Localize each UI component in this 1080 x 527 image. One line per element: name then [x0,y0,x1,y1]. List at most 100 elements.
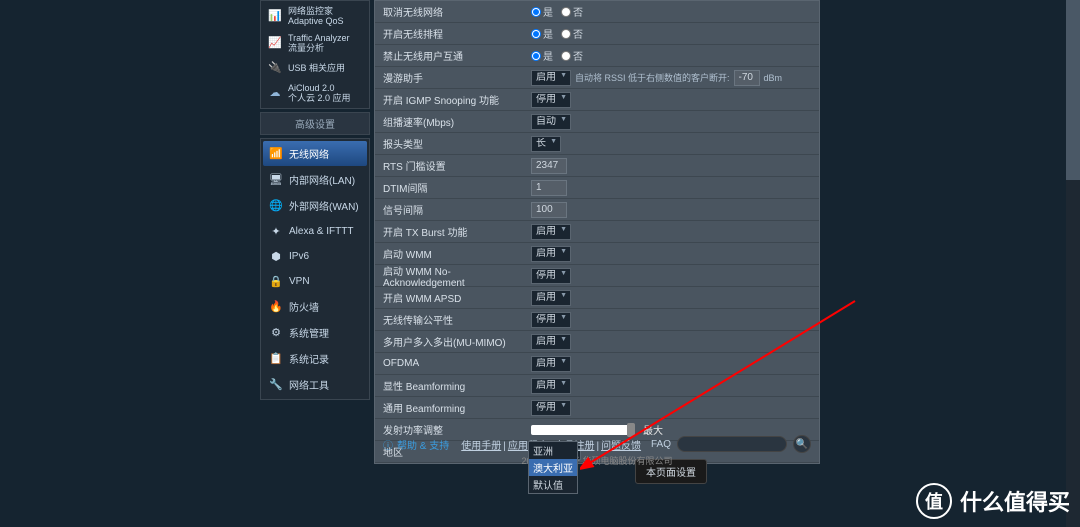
setting-value: 启用 [527,334,819,350]
nav-label: 外部网络(WAN) [289,198,359,213]
setting-row-8: DTIM间隔 [375,177,819,199]
setting-value: 长 [527,136,819,152]
nav-icon: 🔒 [269,274,283,288]
nav-item-2[interactable]: 🌐外部网络(WAN) [263,193,367,218]
top-menu-label: 网络监控家 Adaptive QoS [288,6,363,26]
setting-value: 启用 [527,356,819,372]
radio-opt[interactable] [561,7,571,17]
top-menu-item-1[interactable]: 📈Traffic Analyzer 流量分析 [263,30,367,56]
setting-value [527,180,819,196]
footer-link-0[interactable]: 使用手册 [461,441,501,452]
setting-row-10: 开启 TX Burst 功能启用 [375,221,819,243]
select-input[interactable]: 启用 [531,334,571,350]
settings-panel: 取消无线网络是否开启无线排程是否禁止无线用户互通是否漫游助手启用自动将 RSSI… [374,0,820,464]
select-input[interactable]: 自动 [531,114,571,130]
footer-link-3[interactable]: 问题反馈 [601,441,641,452]
advanced-settings-title: 高级设置 [260,112,370,135]
setting-label: 漫游助手 [375,70,527,85]
setting-row-4: 开启 IGMP Snooping 功能停用 [375,89,819,111]
radio-group[interactable]: 是否 [531,26,583,41]
region-option-1[interactable]: 澳大利亚 [529,459,577,476]
setting-value [527,202,819,218]
scroll-thumb[interactable] [1066,0,1080,180]
setting-label: 信号间隔 [375,202,527,217]
watermark-text: 什么值得买 [960,485,1070,517]
setting-value: 是否 [527,26,819,41]
help-support-link[interactable]: 帮助 & 支持 [397,437,449,452]
roam-select[interactable]: 启用 [531,70,571,86]
faq-label: FAQ [651,439,671,450]
nav-label: 系统管理 [289,325,329,340]
nav-item-6[interactable]: 🔥 防火墙 [263,294,367,319]
nav-label: 防火墙 [289,299,319,314]
radio-opt[interactable] [561,51,571,61]
nav-item-7[interactable]: ⚙系统管理 [263,320,367,345]
select-input[interactable]: 长 [531,136,561,152]
setting-label: 禁止无线用户互通 [375,48,527,63]
region-dropdown-open[interactable]: 亚洲澳大利亚默认值 [528,441,578,494]
radio-opt[interactable] [531,51,541,61]
select-input[interactable]: 启用 [531,246,571,262]
radio-opt[interactable] [531,29,541,39]
setting-value: 启用 [527,224,819,240]
setting-label: 组播速率(Mbps) [375,114,527,129]
text-input[interactable] [531,180,567,196]
setting-label: 多用户多入多出(MU-MIMO) [375,334,527,349]
select-input[interactable]: 停用 [531,312,571,328]
search-button[interactable]: 🔍 [793,435,811,453]
radio-opt[interactable] [561,29,571,39]
select-input[interactable]: 启用 [531,224,571,240]
nav-item-5[interactable]: 🔒 VPN [263,269,367,293]
setting-row-3: 漫游助手启用自动将 RSSI 低于右侧数值的客户断开:dBm [375,67,819,89]
setting-label: 启动 WMM No-Acknowledgement [375,263,527,289]
setting-row-16: OFDMA启用 [375,353,819,375]
region-option-0[interactable]: 亚洲 [529,442,577,459]
nav-label: 内部网络(LAN) [289,172,355,187]
rssi-input[interactable] [734,70,760,86]
radio-group[interactable]: 是否 [531,4,583,19]
top-menu-label: USB 相关应用 [288,63,345,73]
nav-icon: 🖥 [269,173,283,187]
nav-item-8[interactable]: 📋系统记录 [263,346,367,371]
nav-icon: 🔧 [269,378,283,392]
region-option-2[interactable]: 默认值 [529,476,577,493]
setting-label: DTIM间隔 [375,180,527,195]
radio-opt[interactable] [531,7,541,17]
top-menu-item-3[interactable]: ☁AiCloud 2.0 个人云 2.0 应用 [263,80,367,106]
nav-item-4[interactable]: ⬢IPv6 [263,244,367,268]
setting-label: 通用 Beamforming [375,400,527,415]
footer: ⓘ 帮助 & 支持 使用手册|应用程序|产品注册|问题反馈 FAQ 🔍 [375,435,819,453]
nav-icon: 🔥 [269,300,283,314]
select-input[interactable]: 启用 [531,290,571,306]
setting-row-14: 无线传输公平性停用 [375,309,819,331]
select-input[interactable]: 启用 [531,378,571,394]
nav-item-0[interactable]: 📶无线网络 [263,141,367,166]
power-slider[interactable] [531,425,635,435]
setting-row-12: 启动 WMM No-Acknowledgement停用 [375,265,819,287]
nav-item-3[interactable]: ✦Alexa & IFTTT [263,219,367,243]
nav-item-1[interactable]: 🖥 内部网络(LAN) [263,167,367,192]
text-input[interactable] [531,158,567,174]
top-menu-item-2[interactable]: 🔌USB 相关应用 [263,57,367,79]
setting-label: 显性 Beamforming [375,378,527,393]
select-input[interactable]: 停用 [531,268,571,284]
setting-value: 启用 [527,378,819,394]
unit-label: dBm [764,73,783,83]
setting-row-5: 组播速率(Mbps) 自动 [375,111,819,133]
nav-item-9[interactable]: 🔧网络工具 [263,372,367,397]
top-menu-item-0[interactable]: 📊网络监控家 Adaptive QoS [263,3,367,29]
top-menu-icon: 📈 [267,35,283,51]
scrollbar[interactable] [1066,0,1080,527]
setting-label: 开启 IGMP Snooping 功能 [375,92,527,107]
top-menu-icon: ☁ [267,85,283,101]
radio-group[interactable]: 是否 [531,48,583,63]
select-input[interactable]: 停用 [531,400,571,416]
setting-row-7: RTS 门槛设置 [375,155,819,177]
setting-label: 开启无线排程 [375,26,527,41]
select-input[interactable]: 停用 [531,92,571,108]
setting-value: 是否 [527,48,819,63]
faq-search-input[interactable] [677,436,787,452]
text-input[interactable] [531,202,567,218]
nav-label: VPN [289,276,310,287]
select-input[interactable]: 启用 [531,356,571,372]
